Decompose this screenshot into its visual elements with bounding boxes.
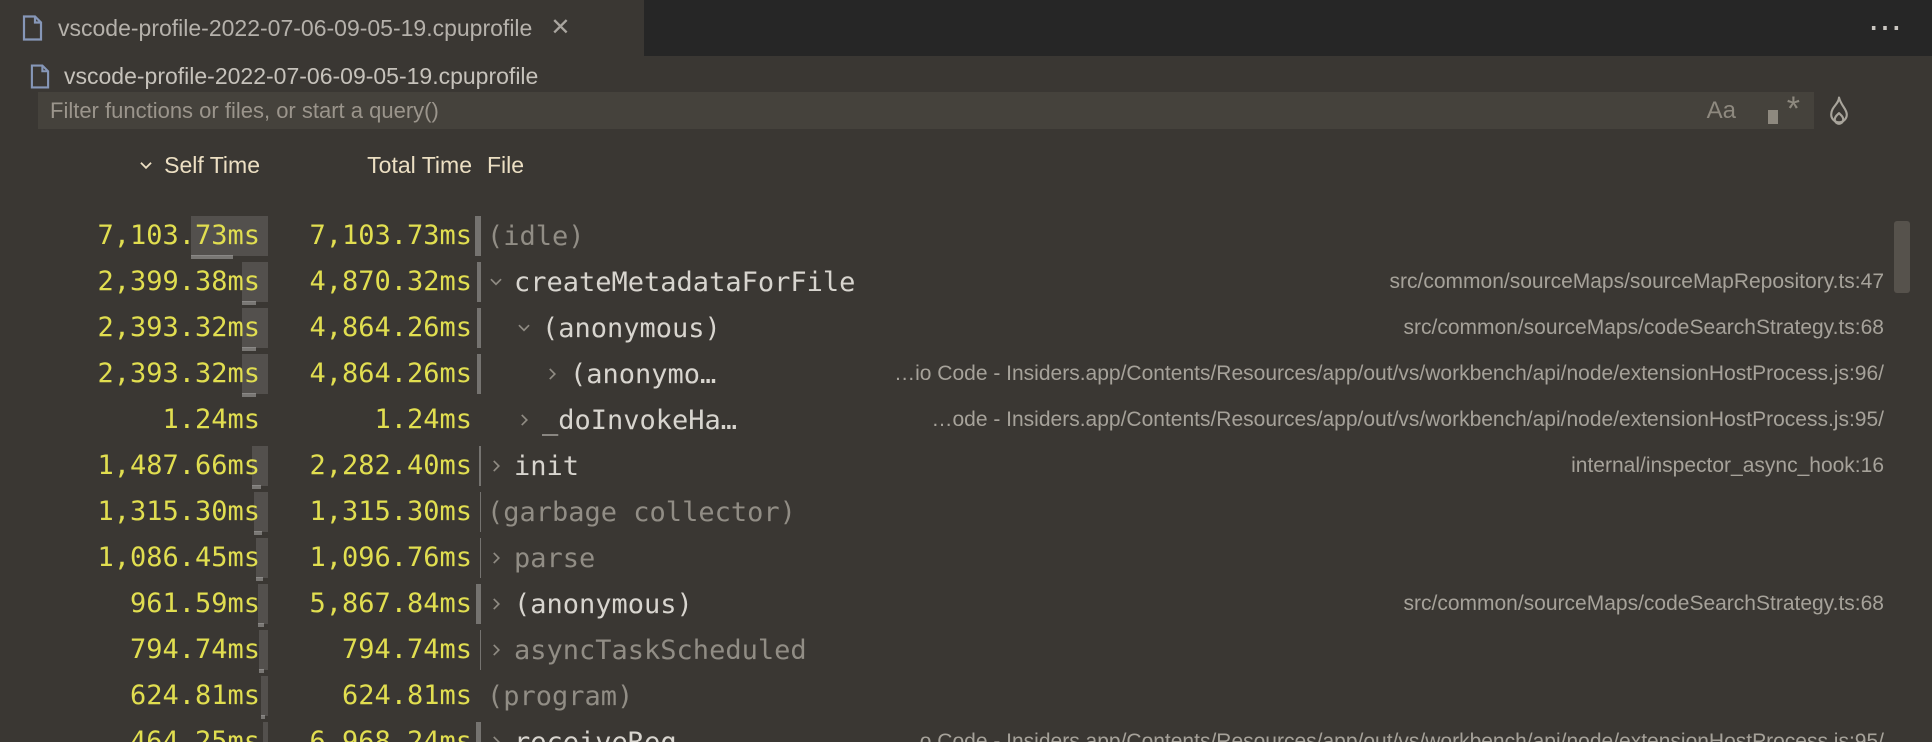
match-case-toggle[interactable]: Aa (1707, 97, 1736, 125)
function-name: (program) (487, 681, 633, 712)
regex-square (1768, 110, 1778, 124)
chevron-right-icon[interactable] (487, 719, 514, 742)
total-time-gauge (477, 308, 481, 348)
file-path-link[interactable]: …ode - Insiders.app/Contents/Resources/a… (911, 408, 1884, 432)
total-time-gauge (475, 216, 481, 256)
table-header: Self Time Total Time File (0, 145, 1932, 185)
tab-bar: vscode-profile-2022-07-06-09-05-19.cpupr… (0, 0, 1932, 56)
function-name: asyncTaskScheduled (514, 635, 807, 666)
total-time-gauge (476, 722, 481, 742)
total-time-value: 6,968.24ms (0, 719, 472, 742)
chevron-right-icon[interactable] (487, 535, 514, 581)
file-path-link[interactable]: internal/inspector_async_hook:16 (1551, 454, 1884, 478)
table-row[interactable]: 624.81ms624.81ms(program) (0, 673, 1932, 719)
chevron-right-icon[interactable] (543, 351, 570, 397)
table-row[interactable]: 464.25ms6,968.24msreceiveReq……o Code - I… (0, 719, 1932, 742)
file-path-link[interactable]: …io Code - Insiders.app/Contents/Resourc… (874, 362, 1884, 386)
file-icon (30, 64, 50, 89)
table-row[interactable]: 2,393.32ms4,864.26ms(anonymous)src/commo… (0, 305, 1932, 351)
chevron-down-icon[interactable] (515, 305, 542, 351)
function-name: createMetadataForFile (514, 267, 855, 298)
flame-chart-toggle-icon[interactable] (1822, 94, 1856, 128)
total-time-value: 624.81ms (0, 673, 472, 719)
total-time-value: 1,096.76ms (0, 535, 472, 581)
file-path-link[interactable]: src/common/sourceMaps/sourceMapRepositor… (1370, 270, 1884, 294)
total-time-value: 4,864.26ms (0, 305, 472, 351)
total-time-value: 1,315.30ms (0, 489, 472, 535)
breadcrumb[interactable]: vscode-profile-2022-07-06-09-05-19.cpupr… (30, 58, 538, 94)
function-name: parse (514, 543, 595, 574)
table-row[interactable]: 1,315.30ms1,315.30ms(garbage collector) (0, 489, 1932, 535)
file-cell: (program) (487, 673, 1884, 719)
file-path-link[interactable]: …o Code - Insiders.app/Contents/Resource… (879, 730, 1884, 742)
filter-bar: Aa * (38, 92, 1814, 129)
table-row[interactable]: 2,393.32ms4,864.26ms(anonymo……io Code - … (0, 351, 1932, 397)
table-row[interactable]: 1,086.45ms1,096.76msparse (0, 535, 1932, 581)
file-cell: (garbage collector) (487, 489, 1884, 535)
table-row[interactable]: 961.59ms5,867.84ms(anonymous)src/common/… (0, 581, 1932, 627)
file-cell: receiveReq… …o Code - Insiders.app/Conten… (487, 719, 1884, 742)
file-cell: asyncTaskScheduled (487, 627, 1884, 673)
function-name: (idle) (487, 221, 585, 252)
total-time-value: 5,867.84ms (0, 581, 472, 627)
chevron-right-icon[interactable] (515, 397, 542, 443)
function-name: (garbage collector) (487, 497, 796, 528)
file-cell: (idle) (487, 213, 1884, 259)
table-row[interactable]: 2,399.38ms4,870.32mscreateMetadataForFil… (0, 259, 1932, 305)
file-cell: createMetadataForFile src/common/sourceMa… (487, 259, 1884, 305)
self-time-label: Self Time (164, 152, 260, 179)
total-time-gauge (477, 354, 481, 394)
function-name: (anonymo… (570, 359, 716, 390)
total-time-gauge (480, 492, 481, 532)
function-name: (anonymous) (514, 589, 693, 620)
total-time-gauge (480, 538, 481, 578)
function-name: _doInvokeHa… (542, 405, 737, 436)
file-cell: init internal/inspector_async_hook:16 (487, 443, 1884, 489)
sort-desc-icon (137, 156, 155, 174)
total-time-gauge (476, 584, 481, 624)
total-time-gauge (477, 262, 481, 302)
tab-cpuprofile[interactable]: vscode-profile-2022-07-06-09-05-19.cpupr… (0, 0, 644, 56)
total-time-value: 7,103.73ms (0, 213, 472, 259)
total-time-value: 4,870.32ms (0, 259, 472, 305)
tab-title: vscode-profile-2022-07-06-09-05-19.cpupr… (58, 15, 532, 42)
vertical-scrollbar-thumb[interactable] (1894, 221, 1910, 293)
column-header-total-time[interactable]: Total Time (270, 145, 472, 185)
column-header-self-time[interactable]: Self Time (0, 145, 260, 185)
tab-close-icon[interactable]: ✕ (550, 16, 570, 40)
chevron-down-icon[interactable] (487, 259, 514, 305)
table-row[interactable]: 1.24ms1.24ms_doInvokeHa……ode - Insiders.… (0, 397, 1932, 443)
chevron-right-icon[interactable] (487, 581, 514, 627)
table-row[interactable]: 1,487.66ms2,282.40msinitinternal/inspect… (0, 443, 1932, 489)
regex-asterisk: * (1787, 90, 1800, 129)
file-path-link[interactable]: src/common/sourceMaps/codeSearchStrategy… (1384, 592, 1885, 616)
profile-viewer-window: vscode-profile-2022-07-06-09-05-19.cpupr… (0, 0, 1932, 742)
filter-input[interactable] (38, 92, 1707, 129)
total-time-gauge (480, 630, 481, 670)
file-cell: _doInvokeHa… …ode - Insiders.app/Contents… (487, 397, 1884, 443)
chevron-right-icon[interactable] (487, 627, 514, 673)
file-cell: (anonymo… …io Code - Insiders.app/Content… (487, 351, 1884, 397)
total-time-gauge (479, 446, 481, 486)
regex-toggle[interactable]: * (1766, 96, 1800, 126)
file-cell: (anonymous) src/common/sourceMaps/codeSea… (487, 581, 1884, 627)
column-header-file[interactable]: File (487, 145, 524, 185)
table-row[interactable]: 794.74ms794.74msasyncTaskScheduled (0, 627, 1932, 673)
total-time-value: 794.74ms (0, 627, 472, 673)
table-row[interactable]: 7,103.73ms7,103.73ms(idle) (0, 213, 1932, 259)
file-cell: (anonymous) src/common/sourceMaps/codeSea… (487, 305, 1884, 351)
file-icon (22, 15, 43, 41)
total-time-value: 1.24ms (0, 397, 472, 443)
function-name: (anonymous) (542, 313, 721, 344)
total-time-value: 4,864.26ms (0, 351, 472, 397)
breadcrumb-file-name: vscode-profile-2022-07-06-09-05-19.cpupr… (64, 63, 538, 90)
file-path-link[interactable]: src/common/sourceMaps/codeSearchStrategy… (1384, 316, 1885, 340)
total-time-value: 2,282.40ms (0, 443, 472, 489)
file-cell: parse (487, 535, 1884, 581)
more-actions-icon[interactable]: ⋯ (1868, 8, 1904, 48)
function-name: init (514, 451, 579, 482)
function-name: receiveReq… (514, 727, 693, 742)
chevron-right-icon[interactable] (487, 443, 514, 489)
